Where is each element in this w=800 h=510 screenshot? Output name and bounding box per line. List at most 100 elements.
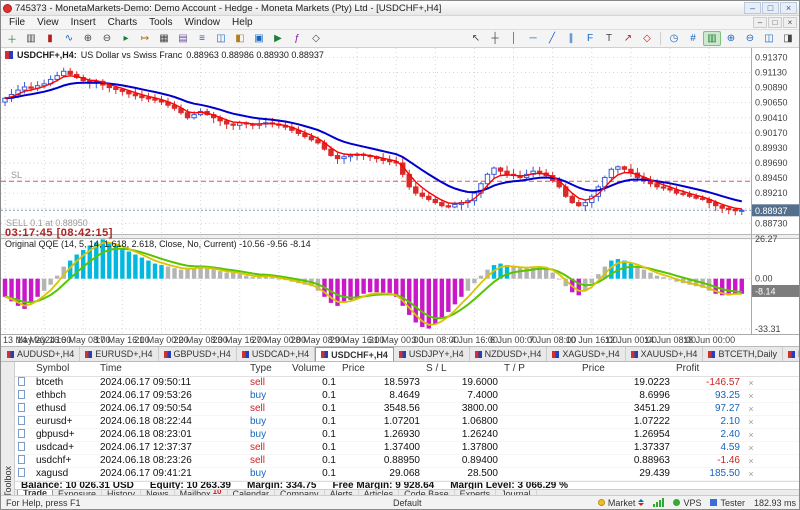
column-header-volume[interactable]: Volume <box>289 362 339 376</box>
trendline-button[interactable]: ╱ <box>543 31 561 46</box>
position-row[interactable]: gbpusd+2024.06.18 08:23:01buy0.11.269301… <box>15 428 800 441</box>
cursor-button[interactable]: ↖ <box>467 31 485 46</box>
chart-tab-usdcad-h4[interactable]: USDCAD+,H4 <box>237 347 315 361</box>
vps-status[interactable]: VPS <box>673 498 701 508</box>
close-position-button[interactable]: × <box>743 389 759 402</box>
child-minimize-button[interactable]: – <box>753 17 767 28</box>
close-position-button[interactable]: × <box>743 376 759 389</box>
zoom-out-chart-button[interactable]: ⊖ <box>741 31 759 46</box>
zoom-in-chart-button[interactable]: ⊕ <box>722 31 740 46</box>
menu-tools[interactable]: Tools <box>143 17 178 28</box>
position-type: sell <box>247 454 289 467</box>
column-header-s-l[interactable]: S / L <box>423 362 501 376</box>
minimize-button[interactable]: – <box>744 2 761 14</box>
market-status[interactable]: Market <box>598 498 645 508</box>
profiles-button[interactable]: ▤ <box>174 31 192 46</box>
connection-latency[interactable]: 182.93 ms <box>754 498 796 508</box>
menu-help[interactable]: Help <box>226 17 259 28</box>
column-header-blank[interactable] <box>743 362 759 376</box>
chart-tab-gbpusd-h4[interactable]: GBPUSD+,H4 <box>159 347 237 361</box>
chart-tab-eurusd-h4[interactable]: EURUSD+,H4 <box>80 347 158 361</box>
chart-tab-usdchf-h4[interactable]: USDCHF+,H4 <box>315 347 394 361</box>
position-row[interactable]: xagusd2024.06.17 09:41:21buy0.129.06828.… <box>15 467 800 480</box>
chart-shift-button[interactable]: ↦ <box>136 31 154 46</box>
chart-tab-usdjpy-h4[interactable]: USDJPY+,H4 <box>394 347 470 361</box>
column-header-price[interactable]: Price <box>579 362 673 376</box>
vertical-line-button[interactable]: │ <box>505 31 523 46</box>
restore-button[interactable]: □ <box>762 2 779 14</box>
position-row[interactable]: usdchf+2024.06.18 08:23:26sell0.10.88950… <box>15 454 800 467</box>
column-header-profit[interactable]: Profit <box>673 362 743 376</box>
chart-line-button[interactable]: ∿ <box>60 31 78 46</box>
position-row[interactable]: eurusd+2024.06.18 08:22:44buy0.11.072011… <box>15 415 800 428</box>
toolbox-vertical-label[interactable]: Toolbox <box>1 362 15 497</box>
close-position-button[interactable]: × <box>743 467 759 480</box>
toolbox-panel-button[interactable]: ▣ <box>250 31 268 46</box>
dock-panel-button[interactable]: ◨ <box>779 31 797 46</box>
chart-symbol-desc: US Dollar vs Swiss Franc <box>81 50 183 60</box>
auto-scroll-button[interactable]: ▸ <box>117 31 135 46</box>
position-row[interactable]: ethbch2024.06.17 09:53:26buy0.18.46497.4… <box>15 389 800 402</box>
close-position-button[interactable]: × <box>743 428 759 441</box>
position-time: 2024.06.17 12:37:37 <box>97 441 247 454</box>
equidistant-channel-button[interactable]: ∥ <box>562 31 580 46</box>
menu-file[interactable]: File <box>3 17 31 28</box>
arrange-windows-button[interactable]: ◫ <box>760 31 778 46</box>
column-header-time[interactable]: Time <box>97 362 247 376</box>
child-close-button[interactable]: × <box>783 17 797 28</box>
algo-trading-button[interactable]: ▶ <box>269 31 287 46</box>
menu-window[interactable]: Window <box>178 17 226 28</box>
fibonacci-button[interactable]: F <box>581 31 599 46</box>
chart-tab-btceth-daily[interactable]: BTCETH,Daily <box>703 347 783 361</box>
chart-tab-xagusd-h4[interactable]: XAGUSD+,H4 <box>547 347 625 361</box>
chart-tab-xauusd-h4[interactable]: XAUUSD+,H4 <box>626 347 704 361</box>
chart-tab-audusd-h4[interactable]: AUDUSD+,H4 <box>2 347 80 361</box>
indicators-list-button[interactable]: ƒ <box>288 31 306 46</box>
zoom-in-button[interactable]: ⊕ <box>79 31 97 46</box>
position-row[interactable]: ethusd2024.06.17 09:50:54sell0.13548.563… <box>15 402 800 415</box>
chart-mode-button[interactable]: ▥ <box>703 31 721 46</box>
column-header-type[interactable]: Type <box>247 362 289 376</box>
chart-info: USDCHF+,H4: US Dollar vs Swiss Franc 0.8… <box>5 50 324 60</box>
data-window-button[interactable]: ◫ <box>212 31 230 46</box>
chart-tab-btcusd-daily[interactable]: BTCUSD,Daily <box>783 347 800 361</box>
signal-strength-icon[interactable] <box>653 498 664 507</box>
position-type: sell <box>247 402 289 415</box>
close-position-button[interactable]: × <box>743 454 759 467</box>
chart-canvas[interactable]: 0.913700.911300.908900.906500.904100.901… <box>1 48 800 346</box>
objects-list-button[interactable]: ◇ <box>307 31 325 46</box>
chart-tab-nzdusd-h4[interactable]: NZDUSD+,H4 <box>470 347 548 361</box>
profile-selector[interactable]: Default <box>393 498 422 508</box>
position-row[interactable]: btceth2024.06.17 09:50:11sell0.118.59731… <box>15 376 800 389</box>
menu-insert[interactable]: Insert <box>65 17 102 28</box>
chart-candlesticks-button[interactable]: ▮ <box>41 31 59 46</box>
close-position-button[interactable]: × <box>743 402 759 415</box>
titlebar[interactable]: 745373 - MonetaMarkets-Demo: Demo Accoun… <box>1 1 799 16</box>
navigator-button[interactable]: ◧ <box>231 31 249 46</box>
column-header-t-p[interactable]: T / P <box>501 362 579 376</box>
child-restore-button[interactable]: □ <box>768 17 782 28</box>
tester-status[interactable]: Tester <box>710 498 745 508</box>
close-position-button[interactable]: × <box>743 441 759 454</box>
new-order-button[interactable]: ＋ <box>3 31 21 46</box>
column-header-blank[interactable] <box>15 362 33 376</box>
close-button[interactable]: × <box>780 2 797 14</box>
new-chart-button[interactable]: ▦ <box>155 31 173 46</box>
menu-charts[interactable]: Charts <box>102 17 143 28</box>
menu-view[interactable]: View <box>31 17 65 28</box>
column-header-symbol[interactable]: Symbol <box>33 362 97 376</box>
column-header-price[interactable]: Price <box>339 362 423 376</box>
shape-objects-button[interactable]: ◇ <box>638 31 656 46</box>
grid-toggle-button[interactable]: # <box>684 31 702 46</box>
chart-bars-button[interactable]: ▥ <box>22 31 40 46</box>
text-label-button[interactable]: T <box>600 31 618 46</box>
period-clock-button[interactable]: ◷ <box>665 31 683 46</box>
zoom-out-button[interactable]: ⊖ <box>98 31 116 46</box>
arrow-objects-button[interactable]: ↗ <box>619 31 637 46</box>
market-watch-button[interactable]: ≡ <box>193 31 211 46</box>
position-row[interactable]: usdcad+2024.06.17 12:37:37sell0.11.37400… <box>15 441 800 454</box>
current-price: 19.0223 <box>579 376 673 389</box>
horizontal-line-button[interactable]: ─ <box>524 31 542 46</box>
crosshair-button[interactable]: ┼ <box>486 31 504 46</box>
close-position-button[interactable]: × <box>743 415 759 428</box>
